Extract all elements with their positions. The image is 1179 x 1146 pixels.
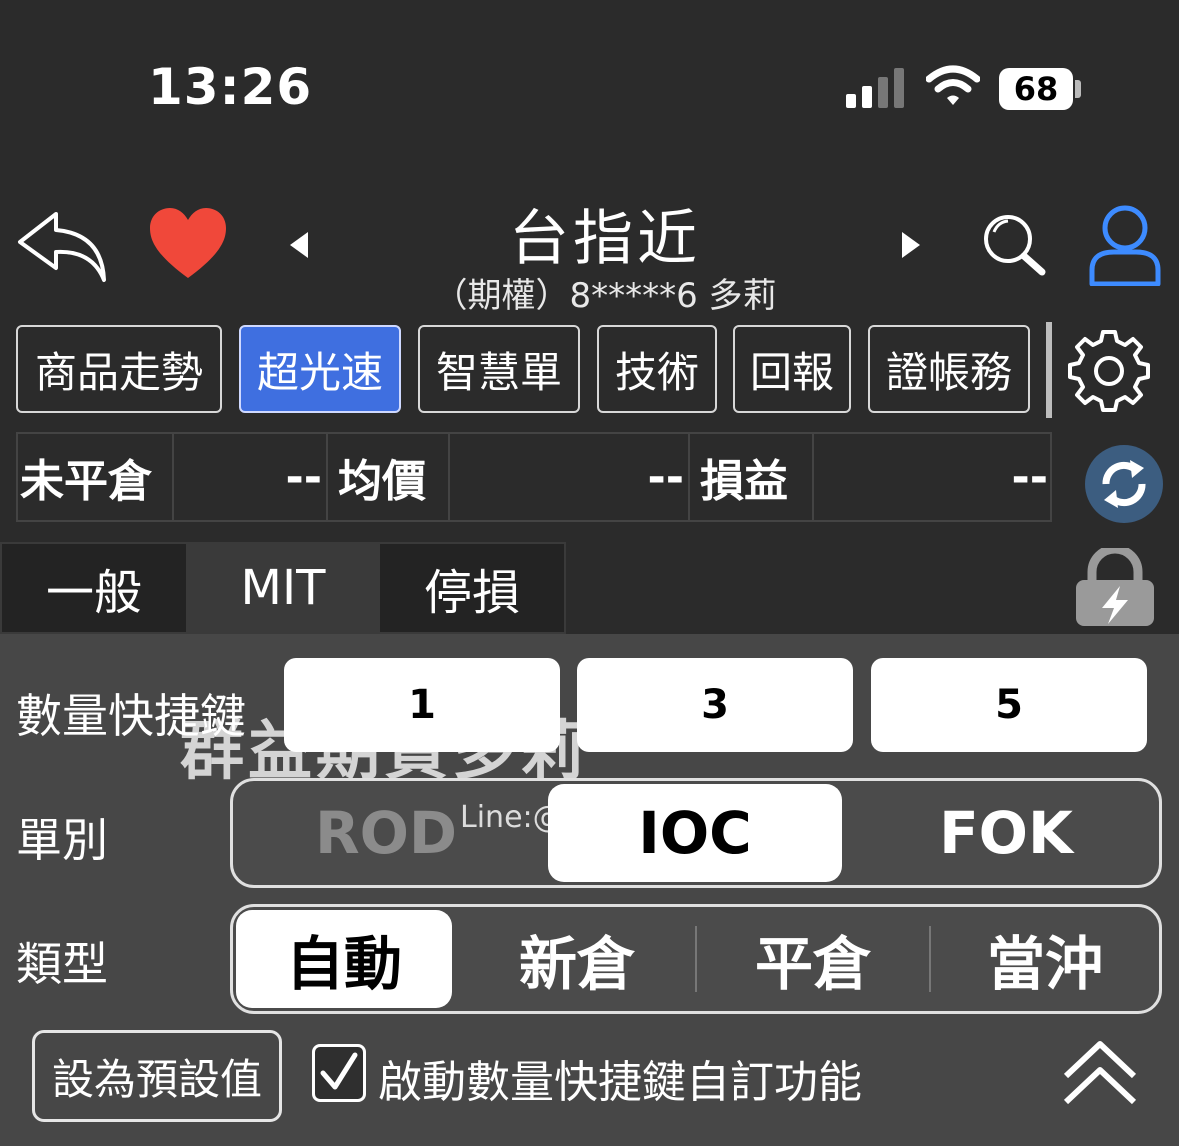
pnl-value: --	[812, 432, 1052, 522]
tab-report[interactable]: 回報	[733, 325, 851, 413]
battery-nub	[1075, 80, 1081, 98]
avg-price-value: --	[448, 432, 688, 522]
tab-product-trend[interactable]: 商品走勢	[16, 325, 222, 413]
order-tab-mit[interactable]: MIT	[188, 542, 378, 634]
order-type-ioc[interactable]: IOC	[548, 784, 842, 882]
tab-divider	[1046, 322, 1052, 418]
open-position-label: 未平倉	[20, 456, 152, 507]
avg-price-label: 均價	[326, 432, 448, 522]
tab-smart-order[interactable]: 智慧單	[418, 325, 580, 413]
user-icon[interactable]	[1088, 204, 1162, 286]
order-type-label: 單別	[16, 813, 108, 867]
quick-qty-button-3[interactable]: 3	[577, 658, 853, 752]
category-close[interactable]: 平倉	[698, 910, 928, 1008]
custom-qty-checkbox[interactable]	[312, 1044, 366, 1102]
account-subtitle: （期權）8*****6 多莉	[433, 276, 777, 316]
order-tab-stop-loss[interactable]: 停損	[378, 542, 566, 634]
product-title: 台指近	[509, 204, 701, 274]
quick-qty-button-1[interactable]: 1	[284, 658, 560, 752]
search-icon[interactable]	[980, 212, 1050, 278]
gear-icon[interactable]	[1066, 330, 1152, 412]
order-tab-normal[interactable]: 一般	[0, 542, 188, 634]
category-new[interactable]: 新倉	[462, 910, 692, 1008]
pnl-label: 損益	[688, 432, 812, 522]
category-label: 類型	[16, 937, 108, 991]
category-day-trade[interactable]: 當沖	[932, 910, 1158, 1008]
cellular-signal-icon	[846, 68, 904, 108]
set-default-button[interactable]: 設為預設值	[32, 1030, 282, 1122]
quick-qty-button-5[interactable]: 5	[871, 658, 1147, 752]
open-position-value: --	[172, 432, 326, 522]
back-arrow-icon[interactable]	[16, 208, 110, 284]
collapse-up-icon[interactable]	[1060, 1036, 1140, 1112]
tab-accounts[interactable]: 證帳務	[868, 325, 1030, 413]
lock-icon[interactable]	[1072, 548, 1158, 628]
tab-super-speed[interactable]: 超光速	[239, 325, 401, 413]
custom-qty-checkbox-label[interactable]: 啟動數量快捷鍵自訂功能	[378, 1046, 862, 1110]
prev-arrow-icon[interactable]	[288, 230, 310, 260]
category-auto[interactable]: 自動	[236, 910, 452, 1008]
order-type-fok[interactable]: FOK	[856, 784, 1156, 882]
battery-indicator: 68	[999, 68, 1073, 110]
checkmark-icon	[320, 1052, 358, 1090]
heart-icon[interactable]	[150, 208, 226, 280]
status-time: 13:26	[148, 58, 313, 116]
tab-technical[interactable]: 技術	[597, 325, 717, 413]
refresh-icon[interactable]	[1084, 444, 1164, 524]
category-separator	[695, 926, 697, 992]
quick-qty-label: 數量快捷鍵	[16, 689, 246, 743]
next-arrow-icon[interactable]	[900, 230, 922, 260]
category-separator	[929, 926, 931, 992]
wifi-icon	[926, 65, 980, 105]
